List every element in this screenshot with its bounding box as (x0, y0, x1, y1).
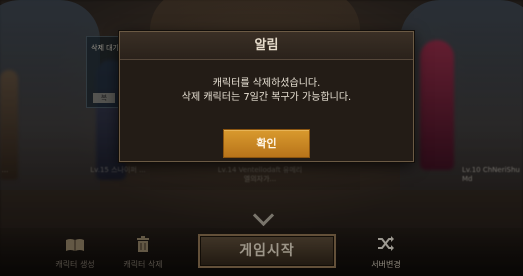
dialog-title: 알림 (120, 32, 413, 60)
dialog-message-line2: 삭제 캐릭터는 7일간 복구가 가능합니다. (181, 92, 352, 103)
notice-dialog: 알림 캐릭터를 삭제하셨습니다. 삭제 캐릭터는 7일간 복구가 가능합니다. … (119, 31, 414, 162)
confirm-button[interactable]: 확인 (223, 129, 310, 158)
dialog-message-line1: 캐릭터를 삭제하셨습니다. (212, 78, 321, 89)
dialog-message: 캐릭터를 삭제하셨습니다. 삭제 캐릭터는 7일간 복구가 가능합니다. (120, 77, 413, 105)
